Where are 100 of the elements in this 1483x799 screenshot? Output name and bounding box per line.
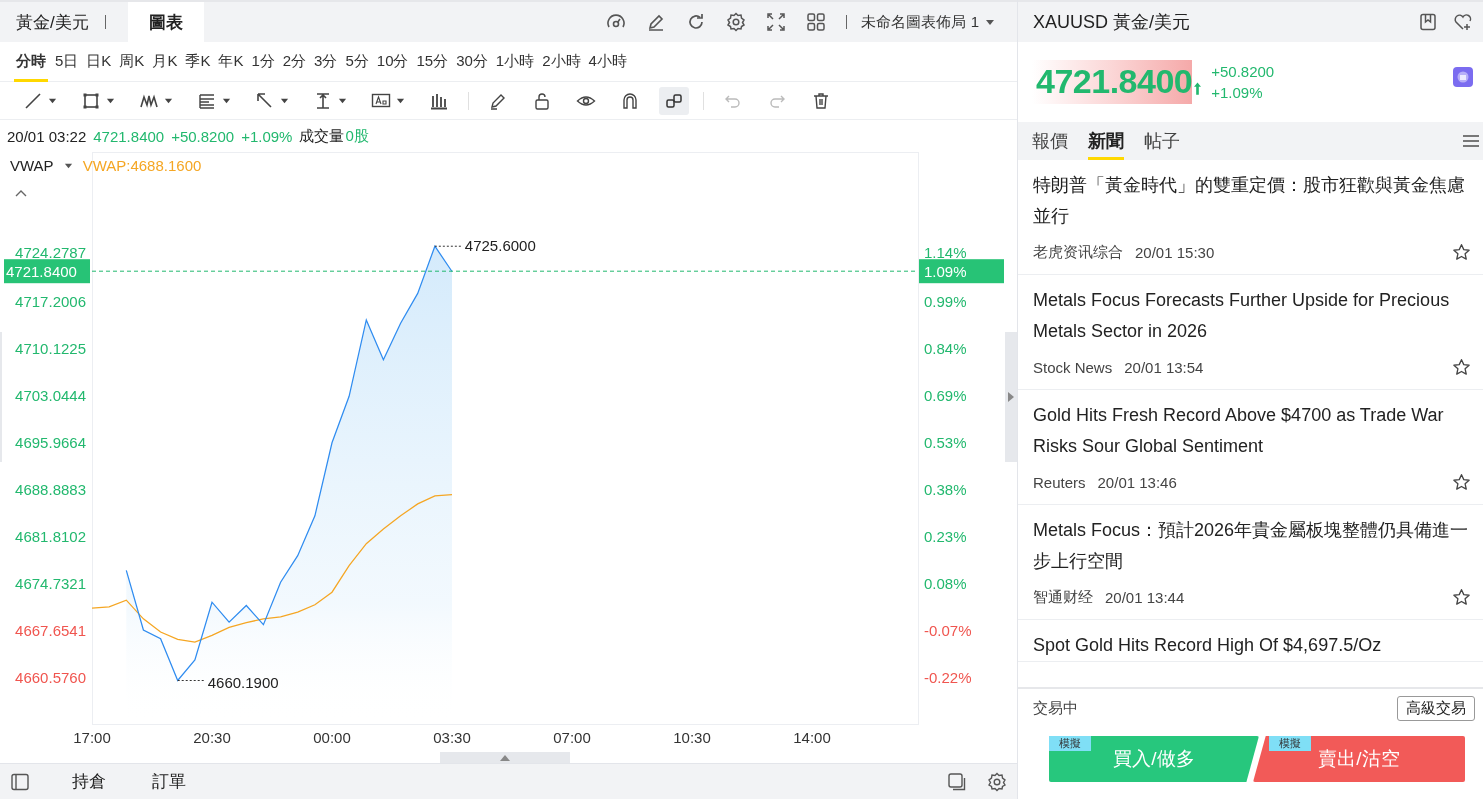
percent-axis-label: 0.69%: [924, 387, 967, 404]
link-tool-icon[interactable]: [659, 86, 689, 115]
star-icon[interactable]: [1452, 472, 1471, 492]
period-tab[interactable]: 15分: [412, 41, 453, 82]
caret-icon[interactable]: [985, 17, 995, 27]
period-tab[interactable]: 3分: [310, 41, 342, 82]
price-axis-label: 4724.2787: [15, 244, 86, 261]
advanced-trade-button[interactable]: 高級交易: [1397, 695, 1475, 721]
period-tab[interactable]: 年K: [214, 41, 248, 82]
low-label: 4660.1900: [207, 673, 279, 691]
star-icon[interactable]: [1452, 357, 1471, 377]
indicator-value: VWAP:4688.1600: [82, 157, 202, 174]
simulated-badge: 模擬: [1269, 736, 1311, 751]
caret-icon[interactable]: [63, 161, 73, 170]
period-tab[interactable]: 日K: [82, 41, 116, 82]
high-label: 4725.6000: [464, 237, 536, 255]
current-price-tag: 4721.8400: [4, 259, 90, 284]
period-tab[interactable]: 2小時: [538, 41, 585, 82]
news-time: 20/01 13:44: [1105, 588, 1185, 606]
percent-axis-label: 0.53%: [924, 434, 967, 451]
period-tab[interactable]: 季K: [181, 41, 215, 82]
bottom-tab[interactable]: 訂單: [152, 770, 186, 793]
volume-value: 0股: [345, 126, 369, 146]
news-time: 20/01 15:30: [1135, 243, 1215, 261]
price-change-percent: +1.09%: [1211, 83, 1264, 103]
price-axis-label: 4717.2006: [15, 293, 86, 310]
period-tab[interactable]: 月K: [148, 41, 182, 82]
panel-tab[interactable]: 新聞: [1088, 122, 1124, 160]
time-axis-label: 10:30: [673, 729, 711, 746]
news-source: Stock News: [1033, 358, 1113, 376]
news-time: 20/01 13:54: [1124, 358, 1204, 376]
price-axis-label: 4695.9664: [15, 434, 86, 451]
percent-axis-label: 0.84%: [924, 340, 967, 357]
volume-label: 成交量: [299, 126, 345, 146]
period-tab[interactable]: 2分: [278, 41, 311, 82]
period-tab[interactable]: 4小時: [584, 41, 631, 82]
simulated-badge: 模擬: [1049, 736, 1091, 751]
collapse-icon[interactable]: [15, 189, 27, 197]
price-change: +50.8200: [1211, 62, 1275, 82]
time-axis-label: 03:30: [433, 729, 471, 746]
chart-tab[interactable]: 黃金/美元: [0, 2, 105, 42]
medal-icon[interactable]: [1453, 67, 1473, 87]
leader-line: [177, 680, 205, 681]
heart-icon[interactable]: [1453, 12, 1473, 32]
percent-axis-label: -0.22%: [924, 669, 972, 686]
window-icon[interactable]: [947, 771, 967, 792]
news-headline[interactable]: Spot Gold Hits Record High Of $4,697.5/Oz: [1033, 630, 1471, 661]
period-tab[interactable]: 周K: [115, 41, 149, 82]
news-headline[interactable]: Metals Focus Forecasts Further Upside for Precious Metals Sector in 2026: [1033, 285, 1471, 347]
quote-change-percent: +1.09%: [241, 127, 293, 145]
bottom-tab[interactable]: 持倉: [72, 770, 106, 793]
time-axis-label: 14:00: [793, 729, 831, 746]
period-tab[interactable]: 5分: [341, 41, 373, 82]
price-axis-label: 4688.8883: [15, 481, 86, 498]
price-axis-label: 4660.5760: [15, 669, 86, 686]
time-axis-label: 17:00: [73, 729, 111, 746]
price-axis-label: 4667.6541: [15, 622, 86, 639]
leader-line: [434, 245, 462, 247]
bookmark-icon[interactable]: [1418, 12, 1438, 32]
trading-status: 交易中: [1033, 698, 1078, 718]
settings-icon[interactable]: [987, 771, 1007, 792]
panel-handle[interactable]: [1005, 332, 1017, 462]
percent-axis-label: 0.23%: [924, 528, 967, 545]
price-axis-label: 4681.8102: [15, 528, 86, 545]
news-headline[interactable]: 特朗普「黃金時代」的雙重定價：股市狂歡與黃金焦慮並行: [1033, 170, 1471, 232]
fullscreen-icon[interactable]: [766, 12, 787, 32]
price-axis-label: 4674.7321: [15, 575, 86, 592]
percent-axis-label: 1.14%: [924, 244, 967, 261]
period-tab[interactable]: 1分: [247, 41, 279, 82]
panel-tab[interactable]: 帖子: [1144, 122, 1180, 160]
menu-icon[interactable]: [1463, 134, 1479, 148]
period-tab[interactable]: 1小時: [491, 41, 539, 82]
period-tab[interactable]: 30分: [452, 41, 492, 82]
sidebar-icon[interactable]: [10, 771, 30, 792]
grid-icon[interactable]: [806, 12, 827, 32]
star-icon[interactable]: [1452, 587, 1471, 607]
period-tab[interactable]: 5日: [51, 41, 83, 82]
news-source: Reuters: [1033, 473, 1086, 491]
news-source: 智通财经: [1033, 587, 1093, 607]
quote-price: 4721.8400: [93, 127, 165, 145]
time-axis-label: 00:00: [313, 729, 351, 746]
news-headline[interactable]: Gold Hits Fresh Record Above $4700 as Trade War Risks Sour Global Sentiment: [1033, 400, 1471, 462]
panel-tab[interactable]: 報價: [1032, 122, 1068, 160]
time-axis-label: 07:00: [553, 729, 591, 746]
settings-icon[interactable]: [726, 12, 747, 32]
chart-tab[interactable]: 圖表: [127, 2, 204, 42]
up-arrow-icon: [1194, 81, 1202, 95]
period-tab[interactable]: 分時: [14, 41, 48, 82]
indicator-name[interactable]: VWAP: [10, 157, 54, 174]
percent-axis-label: 0.99%: [924, 293, 967, 310]
price-axis-label: 4710.1225: [15, 340, 86, 357]
quote-change: +50.8200: [171, 127, 235, 145]
percent-axis-label: -0.07%: [924, 622, 972, 639]
price-axis-label: 4703.0444: [15, 387, 86, 404]
star-icon[interactable]: [1452, 242, 1471, 262]
news-headline[interactable]: Metals Focus：預計2026年貴金屬板塊整體仍具備進一步上行空間: [1033, 515, 1471, 577]
panel-handle[interactable]: [440, 752, 570, 763]
layout-dropdown[interactable]: 未命名圖表佈局 1: [861, 12, 995, 32]
quote-time: 20/01 03:22: [7, 127, 87, 145]
period-tab[interactable]: 10分: [372, 41, 413, 82]
